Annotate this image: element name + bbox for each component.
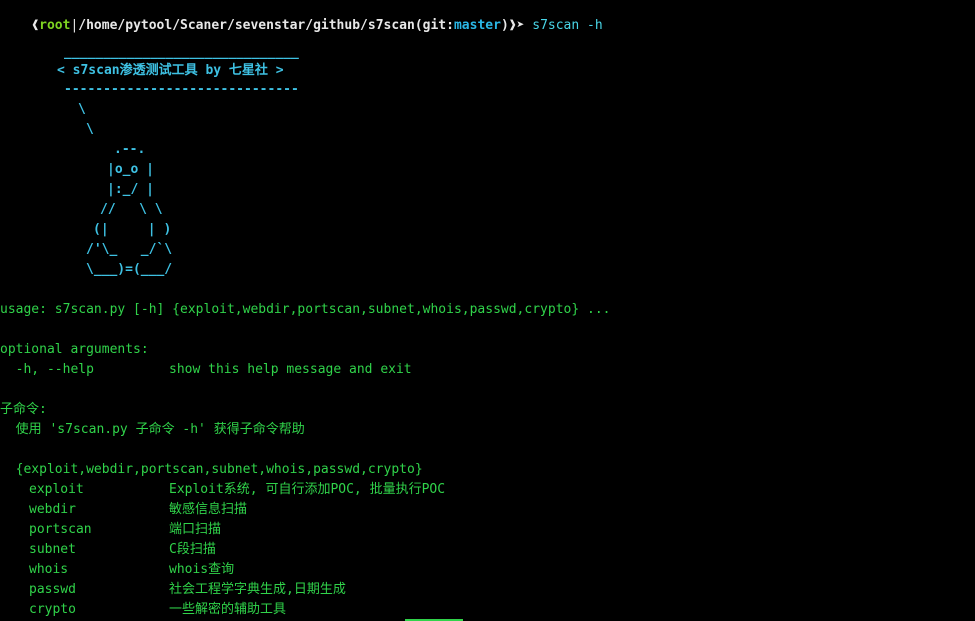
subcommand-usage: 使用 's7scan.py 子命令 -h' 获得子命令帮助: [0, 422, 305, 437]
help-flag: -h, --help: [0, 362, 94, 377]
subcommand-choices: {exploit,webdir,portscan,subnet,whois,pa…: [0, 462, 423, 477]
ascii-art-line-6: // \ \: [100, 202, 163, 217]
banner-bottom-rule: ------------------------------: [64, 82, 299, 97]
ascii-art-line-3: .--.: [114, 142, 146, 157]
prompt-git-close: ): [500, 18, 509, 33]
prompt-branch: master: [453, 18, 501, 33]
ascii-art-line-2: \: [86, 122, 94, 137]
command-description: C段扫描: [169, 542, 216, 557]
prompt-command[interactable]: s7scan -h: [524, 18, 602, 33]
ascii-art-line-7: (| | ): [93, 222, 172, 237]
ascii-art-line-9: \___)=(___/: [86, 262, 173, 277]
banner-title: < s7scan渗透测试工具 by 七星社 >: [57, 63, 284, 78]
prompt-user: root: [39, 18, 71, 33]
help-flag-description: show this help message and exit: [169, 362, 412, 377]
ascii-art-line-8: /'\_ _/`\: [86, 242, 173, 257]
command-name: webdir: [29, 502, 76, 517]
prompt-close-bracket: ❱: [508, 18, 517, 33]
subcommand-header: 子命令:: [0, 402, 47, 417]
command-name: passwd: [29, 582, 76, 597]
prompt-open-bracket: ❰: [31, 18, 40, 33]
command-description: 一些解密的辅助工具: [169, 602, 287, 617]
ascii-art-line-1: \: [78, 102, 86, 117]
command-description: 敏感信息扫描: [169, 502, 248, 517]
terminal-window[interactable]: ❰root|/home/pytool/Scaner/sevenstar/gith…: [0, 0, 975, 621]
command-description: whois查询: [169, 562, 235, 577]
prompt-git-open: (git:: [414, 18, 454, 33]
shell-prompt: ❰root|/home/pytool/Scaner/sevenstar/gith…: [0, 2, 602, 50]
command-name: whois: [29, 562, 69, 577]
command-name: crypto: [29, 602, 76, 617]
command-description: Exploit系统, 可自行添加POC, 批量执行POC: [169, 482, 446, 497]
usage-line: usage: s7scan.py [-h] {exploit,webdir,po…: [0, 302, 611, 317]
command-name: subnet: [29, 542, 76, 557]
banner-top-rule: ______________________________: [64, 45, 299, 60]
prompt-path: /home/pytool/Scaner/sevenstar/github/s7s…: [78, 18, 415, 33]
command-description: 社会工程学字典生成,日期生成: [169, 582, 346, 597]
command-description: 端口扫描: [169, 522, 222, 537]
ascii-art-line-5: |:_/ |: [107, 182, 154, 197]
optional-arguments-header: optional arguments:: [0, 342, 149, 357]
command-name: portscan: [29, 522, 92, 537]
ascii-art-line-4: |o_o |: [107, 162, 154, 177]
command-name: exploit: [29, 482, 84, 497]
